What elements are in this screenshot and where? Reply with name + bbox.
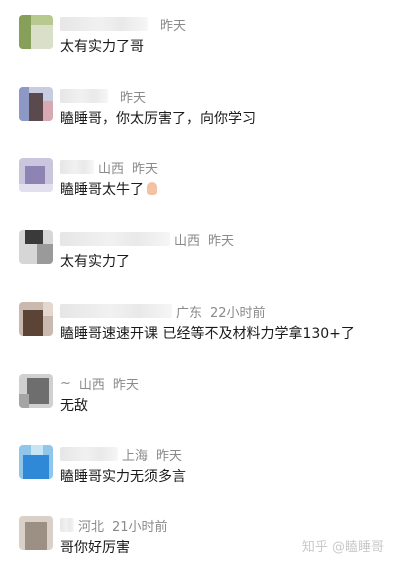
username[interactable] (60, 304, 172, 318)
username[interactable] (60, 447, 118, 461)
avatar[interactable] (19, 230, 53, 264)
avatar[interactable] (19, 87, 53, 121)
comment-item: 山西 昨天 太有实力了 (0, 230, 396, 290)
comment-text: 瞌睡哥速速开课 已经等不及材料力学拿130+了 (60, 326, 355, 342)
comment-item: 山西 昨天 瞌睡哥太牛了 (0, 158, 396, 218)
comment-item: 昨天 太有实力了哥 (0, 15, 396, 75)
username-tilde[interactable]: ~ (60, 376, 71, 391)
comment-meta: 上海 昨天 (60, 445, 190, 464)
comment-text: 瞌睡哥太牛了 (60, 179, 157, 199)
username[interactable] (60, 160, 94, 174)
timestamp: 昨天 (112, 377, 139, 393)
username[interactable] (60, 17, 148, 31)
comment-meta: 山西 昨天 (60, 158, 166, 177)
avatar[interactable] (19, 302, 53, 336)
timestamp: 21小时前 (112, 519, 168, 535)
comment-meta: 山西 昨天 (60, 230, 242, 249)
comment-meta: 昨天 (60, 15, 194, 34)
comment-meta: 昨天 (60, 87, 154, 106)
avatar[interactable] (19, 374, 53, 408)
watermark: 知乎 @瞌睡哥 (301, 540, 384, 555)
comment-item: ~ 山西 昨天 无敌 (0, 374, 396, 434)
comment-meta: ~ 山西 昨天 (60, 374, 147, 393)
avatar[interactable] (19, 15, 53, 49)
location: 上海 (122, 448, 149, 464)
comment-text: 无敌 (60, 398, 88, 414)
comment-text: 太有实力了哥 (60, 39, 144, 55)
username[interactable] (60, 89, 108, 103)
avatar[interactable] (19, 516, 53, 550)
timestamp: 昨天 (208, 233, 235, 249)
username[interactable] (60, 518, 74, 532)
location: 山西 (174, 233, 201, 249)
comment-text: 瞌睡哥实力无须多言 (60, 469, 186, 485)
avatar[interactable] (19, 158, 53, 192)
thumbs-up-icon (147, 182, 157, 195)
comment-item: 昨天 瞌睡哥，你太厉害了，向你学习 (0, 87, 396, 147)
comment-text-content: 瞌睡哥太牛了 (60, 182, 144, 198)
location: 河北 (78, 519, 105, 535)
comment-item: 广东 22小时前 瞌睡哥速速开课 已经等不及材料力学拿130+了 (0, 302, 396, 362)
avatar[interactable] (19, 445, 53, 479)
comment-item: 上海 昨天 瞌睡哥实力无须多言 (0, 445, 396, 505)
comment-text: 瞌睡哥，你太厉害了，向你学习 (60, 111, 256, 127)
timestamp: 昨天 (160, 18, 187, 34)
username[interactable] (60, 232, 170, 246)
comment-text: 哥你好厉害 (60, 540, 130, 556)
comment-meta: 河北 21小时前 (60, 516, 176, 535)
location: 山西 (78, 377, 105, 393)
comment-meta: 广东 22小时前 (60, 302, 274, 321)
timestamp: 昨天 (120, 90, 147, 106)
timestamp: 昨天 (156, 448, 183, 464)
location: 山西 (98, 161, 125, 177)
comment-text: 太有实力了 (60, 254, 130, 270)
timestamp: 22小时前 (210, 305, 266, 321)
location: 广东 (176, 305, 203, 321)
timestamp: 昨天 (132, 161, 159, 177)
